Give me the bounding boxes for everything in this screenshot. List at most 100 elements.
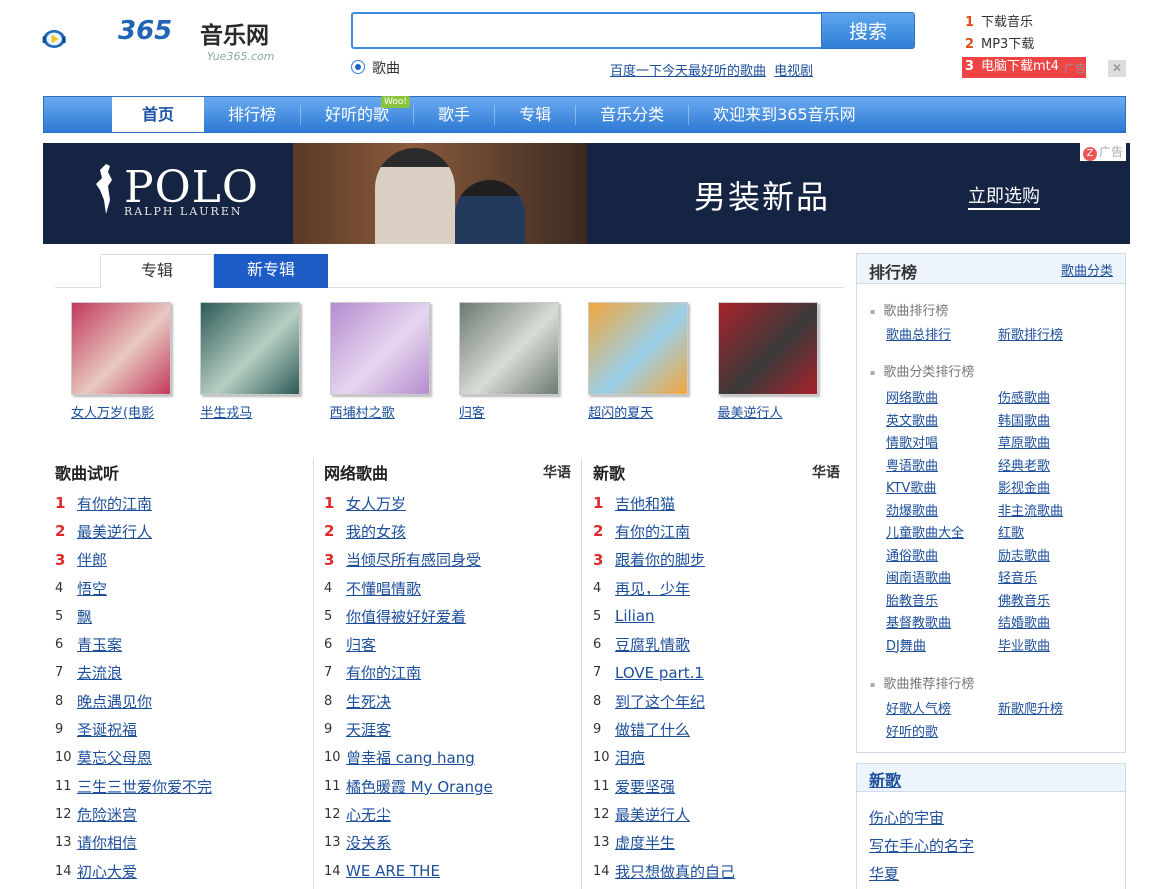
- hot-link-baidu[interactable]: 百度一下今天最好听的歌曲: [610, 64, 766, 79]
- album-cover[interactable]: [588, 302, 689, 395]
- song-link[interactable]: 三生三世爱你爱不完: [77, 776, 212, 797]
- sidebar-link[interactable]: 胎教音乐: [886, 590, 938, 609]
- search-button[interactable]: 搜索: [821, 12, 915, 49]
- sidebar-link[interactable]: 草原歌曲: [998, 432, 1050, 451]
- song-link[interactable]: 没关系: [346, 832, 391, 853]
- album-name-link[interactable]: 最美逆行人: [718, 402, 818, 421]
- sidebar-link[interactable]: DJ舞曲: [886, 635, 926, 654]
- song-link[interactable]: 青玉案: [77, 634, 122, 655]
- download-item[interactable]: 1 下载音乐: [965, 12, 1059, 34]
- song-link[interactable]: WE ARE THE: [346, 862, 440, 880]
- album-name-link[interactable]: 超闪的夏天: [588, 402, 688, 421]
- banner-cta-button[interactable]: 立即选购: [968, 182, 1040, 210]
- song-link[interactable]: 做错了什么: [615, 719, 690, 740]
- logo-number[interactable]: 365: [118, 16, 172, 46]
- song-link[interactable]: 跟着你的脚步: [615, 549, 705, 570]
- song-link[interactable]: 初心大爱: [77, 861, 137, 882]
- logo-icon[interactable]: [42, 8, 122, 70]
- song-link[interactable]: 我只想做真的自己: [615, 861, 735, 882]
- song-link[interactable]: 伴郎: [77, 549, 107, 570]
- song-link[interactable]: 不懂唱情歌: [346, 578, 421, 599]
- song-link[interactable]: Lilian: [615, 607, 655, 625]
- song-link[interactable]: 晚点遇见你: [77, 691, 152, 712]
- song-link[interactable]: 悟空: [77, 578, 107, 599]
- album-name-link[interactable]: 女人万岁(电影: [71, 402, 171, 421]
- nav-singers[interactable]: 歌手: [414, 104, 496, 125]
- sidebar-link[interactable]: 劲爆歌曲: [886, 500, 938, 519]
- nav-home[interactable]: 首页: [112, 97, 205, 132]
- album-item[interactable]: 归客: [458, 302, 579, 421]
- search-input[interactable]: [351, 12, 823, 49]
- album-cover[interactable]: [200, 302, 301, 395]
- song-link[interactable]: 最美逆行人: [77, 521, 152, 542]
- song-link[interactable]: 圣诞祝福: [77, 719, 137, 740]
- song-link[interactable]: 请你相信: [77, 832, 137, 853]
- sidebar-link[interactable]: KTV歌曲: [886, 477, 936, 496]
- song-link[interactable]: 归客: [346, 634, 376, 655]
- song-link[interactable]: 吉他和猫: [615, 493, 675, 514]
- nav-charts[interactable]: 排行榜: [204, 104, 302, 125]
- album-name-link[interactable]: 归客: [459, 402, 559, 421]
- sidebar-link[interactable]: 轻音乐: [998, 567, 1037, 586]
- song-link[interactable]: 到了这个年纪: [615, 691, 705, 712]
- song-link[interactable]: 爱要坚强: [615, 776, 675, 797]
- song-link[interactable]: 心无尘: [346, 804, 391, 825]
- song-link[interactable]: 生死决: [346, 691, 391, 712]
- sidebar-link[interactable]: 英文歌曲: [886, 410, 938, 429]
- song-link[interactable]: 危险迷宫: [77, 804, 137, 825]
- song-link[interactable]: 虚度半生: [615, 832, 675, 853]
- new-songs-title[interactable]: 新歌: [869, 767, 901, 791]
- tab-albums[interactable]: 专辑: [100, 254, 214, 288]
- song-link[interactable]: LOVE part.1: [615, 664, 704, 682]
- sidebar-link[interactable]: 歌曲总排行: [886, 324, 951, 343]
- new-song-link[interactable]: 写在手心的名字: [869, 835, 974, 856]
- album-cover[interactable]: [458, 302, 559, 395]
- song-link[interactable]: 当倾尽所有感同身受: [346, 549, 481, 570]
- sidebar-link[interactable]: 好歌人气榜: [886, 698, 951, 717]
- sidebar-link[interactable]: 非主流歌曲: [998, 500, 1063, 519]
- song-link[interactable]: 你值得被好好爱着: [346, 606, 466, 627]
- sidebar-link[interactable]: 红歌: [998, 522, 1024, 541]
- tab-new-albums[interactable]: 新专辑: [214, 254, 328, 288]
- hot-link-tv[interactable]: 电视剧: [774, 64, 813, 79]
- album-name-link[interactable]: 半生戎马: [200, 402, 300, 421]
- sidebar-link[interactable]: 励志歌曲: [998, 545, 1050, 564]
- song-link[interactable]: 女人万岁: [346, 493, 406, 514]
- sidebar-link[interactable]: 佛教音乐: [998, 590, 1050, 609]
- sidebar-link[interactable]: 结婚歌曲: [998, 612, 1050, 631]
- sidebar-link[interactable]: 通俗歌曲: [886, 545, 938, 564]
- sidebar-link[interactable]: 好听的歌: [886, 721, 938, 740]
- sidebar-link[interactable]: 基督教歌曲: [886, 612, 951, 631]
- song-link[interactable]: 橘色暖霞 My Orange: [346, 776, 493, 797]
- sidebar-link[interactable]: 闽南语歌曲: [886, 567, 951, 586]
- song-link[interactable]: 再见，少年: [615, 578, 690, 599]
- sidebar-link[interactable]: 网络歌曲: [886, 387, 938, 406]
- sidebar-link[interactable]: 伤感歌曲: [998, 387, 1050, 406]
- song-link[interactable]: 天涯客: [346, 719, 391, 740]
- close-icon[interactable]: ✕: [1108, 60, 1126, 77]
- sidebar-link[interactable]: 经典老歌: [998, 455, 1050, 474]
- album-item[interactable]: 超闪的夏天: [588, 302, 708, 421]
- song-link[interactable]: 有你的江南: [77, 493, 152, 514]
- song-link[interactable]: 有你的江南: [615, 521, 690, 542]
- sidebar-link[interactable]: 粤语歌曲: [886, 455, 938, 474]
- song-link[interactable]: 莫忘父母恩: [77, 747, 152, 768]
- album-item[interactable]: 最美逆行人: [717, 302, 838, 421]
- sidebar-link[interactable]: 韩国歌曲: [998, 410, 1050, 429]
- song-link[interactable]: 最美逆行人: [615, 804, 690, 825]
- album-name-link[interactable]: 西埔村之歌: [330, 402, 430, 421]
- song-link[interactable]: 我的女孩: [346, 521, 406, 542]
- sidebar-link[interactable]: 新歌排行榜: [998, 324, 1063, 343]
- song-link[interactable]: 泪疤: [615, 747, 645, 768]
- nav-categories[interactable]: 音乐分类: [576, 104, 690, 125]
- album-item[interactable]: 女人万岁(电影: [71, 302, 191, 421]
- song-radio[interactable]: [351, 60, 365, 74]
- download-item[interactable]: 3 电脑下载mt4: [965, 56, 1059, 78]
- sidebar-link[interactable]: 情歌对唱: [886, 432, 938, 451]
- new-song-link[interactable]: 伤心的宇宙: [869, 807, 944, 828]
- song-link[interactable]: 飘: [77, 606, 92, 627]
- album-cover[interactable]: [71, 302, 171, 395]
- sidebar-link[interactable]: 影视金曲: [998, 477, 1050, 496]
- sidebar-link[interactable]: 儿童歌曲大全: [886, 522, 964, 541]
- album-item[interactable]: 半生戎马: [200, 302, 320, 421]
